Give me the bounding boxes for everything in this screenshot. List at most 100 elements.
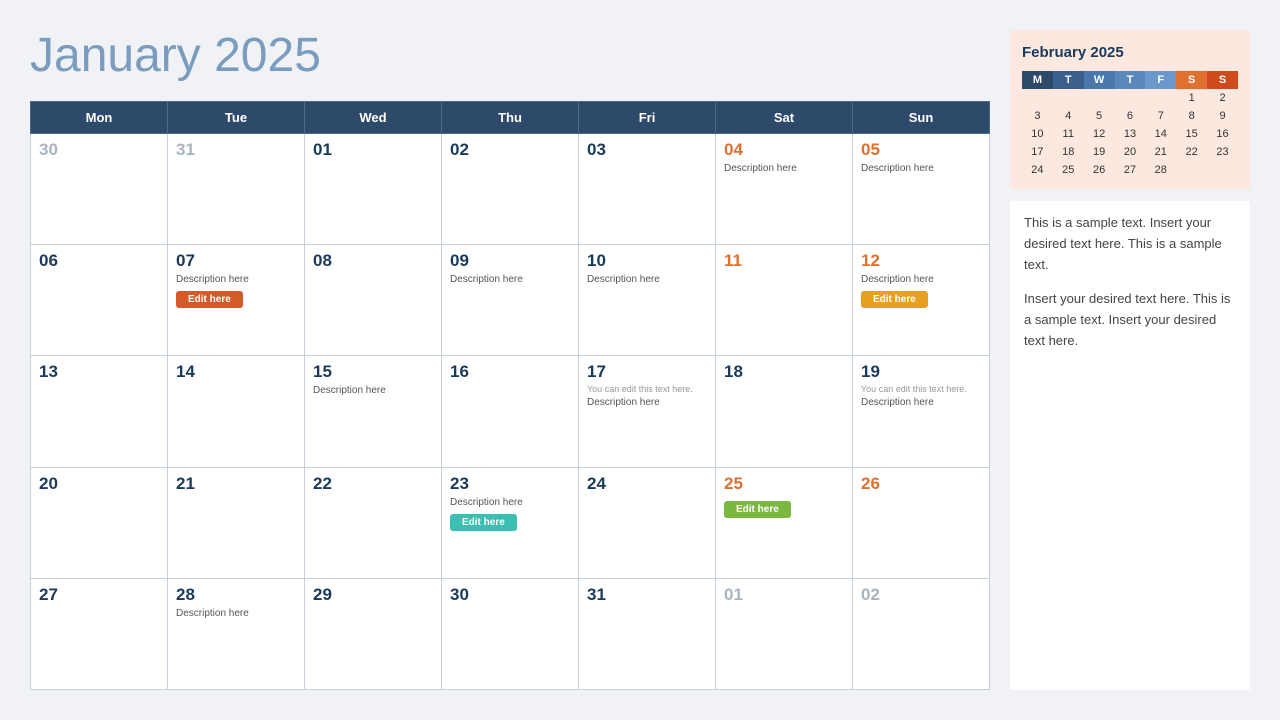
calendar-cell: 16 [442, 356, 579, 467]
calendar-cell: 07Description hereEdit here [168, 245, 305, 356]
mini-day [1207, 161, 1238, 179]
calendar-cell: 26 [853, 467, 990, 578]
calendar-cell: 27 [31, 578, 168, 689]
day-number: 18 [724, 362, 844, 382]
left-section: January 2025 MonTueWedThuFriSatSun 30310… [30, 30, 990, 690]
calendar-row: 2728Description here2930310102 [31, 578, 990, 689]
day-number: 13 [39, 362, 159, 382]
day-number: 27 [39, 585, 159, 605]
calendar-cell: 17You can edit this text here.Descriptio… [579, 356, 716, 467]
day-number: 17 [587, 362, 707, 382]
day-number: 24 [587, 474, 707, 494]
sidebar-para2: Insert your desired text here. This is a… [1024, 289, 1236, 351]
calendar-cell: 12 Description here Edit here [853, 245, 990, 356]
mini-day: 15 [1176, 125, 1207, 143]
day-number: 09 [450, 251, 570, 271]
calendar-cell: 06 [31, 245, 168, 356]
mini-day [1145, 89, 1176, 107]
mini-cal-title: February 2025 [1022, 44, 1238, 61]
day-number: 31 [176, 140, 296, 160]
day-number: 06 [39, 251, 159, 271]
mini-weekday: F [1145, 71, 1176, 89]
day-number: 14 [176, 362, 296, 382]
calendar-cell: 21 [168, 467, 305, 578]
year-label: 2025 [214, 29, 321, 82]
mini-day: 22 [1176, 143, 1207, 161]
calendar-cell: 30 [31, 133, 168, 244]
mini-day: 6 [1115, 107, 1146, 125]
cell-description: Description here [861, 162, 981, 175]
cell-description: Description here [861, 396, 981, 409]
mini-day [1176, 161, 1207, 179]
weekday-header: Sun [853, 101, 990, 133]
mini-day: 19 [1084, 143, 1115, 161]
mini-day: 26 [1084, 161, 1115, 179]
cell-description: Description here [176, 607, 296, 620]
calendar-cell: 28 Description here [168, 578, 305, 689]
day-number: 30 [450, 585, 570, 605]
mini-day: 17 [1022, 143, 1053, 161]
calendar-cell: 25Edit here [716, 467, 853, 578]
mini-day: 5 [1084, 107, 1115, 125]
edit-button[interactable]: Edit here [176, 291, 243, 308]
day-number: 30 [39, 140, 159, 160]
weekday-header: Mon [31, 101, 168, 133]
day-number: 12 [861, 251, 981, 271]
mini-day: 25 [1053, 161, 1084, 179]
day-number: 01 [313, 140, 433, 160]
calendar-cell: 08 [305, 245, 442, 356]
mini-day: 27 [1115, 161, 1146, 179]
calendar-cell: 04 Description here [716, 133, 853, 244]
mini-day [1084, 89, 1115, 107]
day-number: 02 [450, 140, 570, 160]
calendar-cell: 23Description hereEdit here [442, 467, 579, 578]
day-number: 28 [176, 585, 296, 605]
day-number: 08 [313, 251, 433, 271]
mini-weekday: M [1022, 71, 1053, 89]
mini-day: 24 [1022, 161, 1053, 179]
cell-description: Description here [724, 162, 844, 175]
calendar-cell: 20 [31, 467, 168, 578]
weekday-header: Wed [305, 101, 442, 133]
mini-day: 28 [1145, 161, 1176, 179]
sidebar-para1: This is a sample text. Insert your desir… [1024, 213, 1236, 275]
mini-day: 12 [1084, 125, 1115, 143]
mini-day: 10 [1022, 125, 1053, 143]
weekday-header: Fri [579, 101, 716, 133]
cell-description: Description here [587, 396, 707, 409]
mini-calendar-box: February 2025 MTWTFSS1234567891011121314… [1010, 30, 1250, 189]
day-number: 31 [587, 585, 707, 605]
day-number: 26 [861, 474, 981, 494]
mini-day: 13 [1115, 125, 1146, 143]
calendar-cell: 01 [305, 133, 442, 244]
mini-day: 21 [1145, 143, 1176, 161]
day-number: 16 [450, 362, 570, 382]
mini-day: 1 [1176, 89, 1207, 107]
mini-day: 16 [1207, 125, 1238, 143]
calendar-cell: 05Description here [853, 133, 990, 244]
calendar-cell: 30 [442, 578, 579, 689]
edit-button[interactable]: Edit here [450, 514, 517, 531]
edit-button[interactable]: Edit here [724, 501, 791, 518]
day-number: 10 [587, 251, 707, 271]
calendar-cell: 15Description here [305, 356, 442, 467]
month-label: January [30, 29, 201, 82]
cell-description: Description here [861, 273, 981, 286]
calendar-cell: 24 [579, 467, 716, 578]
edit-button[interactable]: Edit here [861, 291, 928, 308]
calendar-row: 06 07Description hereEdit here 08 09 Descrip… [31, 245, 990, 356]
calendar-cell: 19You can edit this text here.Descriptio… [853, 356, 990, 467]
mini-day [1053, 89, 1084, 107]
mini-weekday: W [1084, 71, 1115, 89]
cell-description: Description here [587, 273, 707, 286]
day-number: 02 [861, 585, 981, 605]
calendar-cell: 02 [853, 578, 990, 689]
mini-day [1022, 89, 1053, 107]
calendar-cell: 02 [442, 133, 579, 244]
mini-weekday: T [1115, 71, 1146, 89]
cell-description: Description here [450, 496, 570, 509]
calendar-row: 20212223Description hereEdit here2425Edi… [31, 467, 990, 578]
day-number: 04 [724, 140, 844, 160]
mini-calendar: MTWTFSS123456789101112131415161718192021… [1022, 71, 1238, 179]
day-number: 11 [724, 251, 844, 271]
